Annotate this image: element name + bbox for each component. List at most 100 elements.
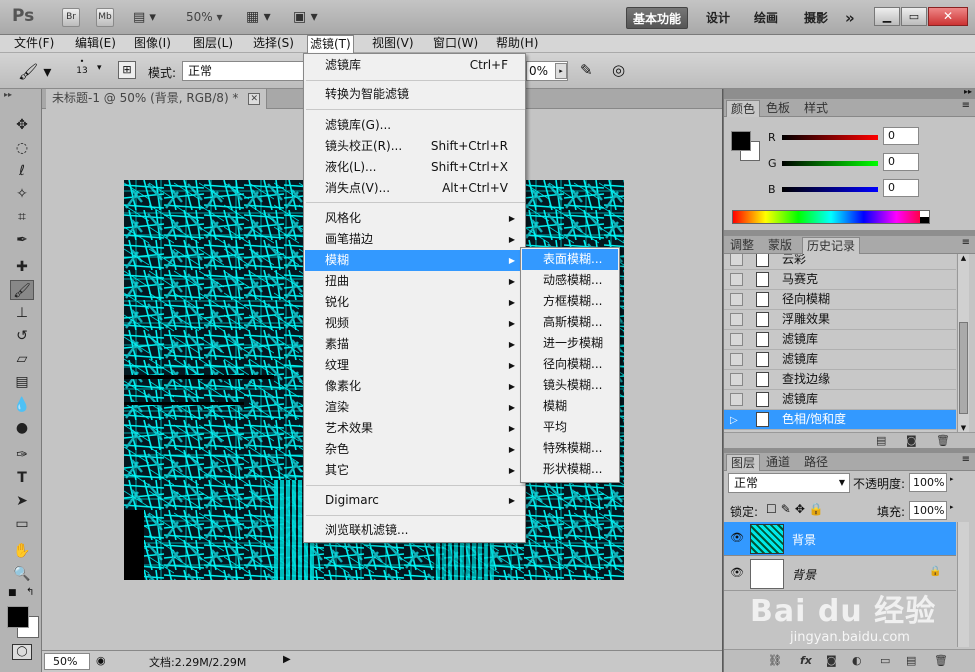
close-document-icon[interactable]: ✕ [248, 92, 261, 105]
collapse-toolbox-icon[interactable]: ▸▸ [4, 90, 12, 99]
r-channel-slider[interactable] [782, 135, 878, 140]
history-item[interactable]: 云彩 [724, 254, 956, 270]
tab-channels[interactable]: 通道 [762, 454, 794, 471]
submenu-blur[interactable]: 模糊 ▶ [305, 250, 524, 271]
workspace-painting[interactable]: 绘画 [754, 7, 778, 29]
history-scrollbar[interactable]: ▲ ▼ [957, 254, 969, 432]
blur-tool-icon[interactable]: 💧 [10, 395, 34, 415]
r-channel-input[interactable]: 0 [883, 127, 919, 145]
g-channel-slider[interactable] [782, 161, 878, 166]
foreground-color-preview[interactable] [731, 131, 751, 151]
submenu-pixelate[interactable]: 像素化 ▶ [305, 376, 524, 397]
link-layers-icon[interactable]: ⛓ [768, 654, 782, 668]
menu-item-blur[interactable]: 模糊 [522, 396, 618, 417]
menu-image[interactable]: 图像(I) [132, 35, 173, 53]
fill-arrow-icon[interactable]: ▸ [950, 503, 954, 511]
brush-size-picker[interactable]: • 13 [70, 57, 94, 76]
eyedropper-tool-icon[interactable]: ✒ [10, 230, 34, 250]
tab-adjustments[interactable]: 调整 [726, 237, 758, 254]
menu-view[interactable]: 视图(V) [370, 35, 416, 53]
history-item[interactable]: 径向模糊 [724, 290, 956, 310]
menu-file[interactable]: 文件(F) [12, 35, 56, 53]
menu-item-blur-more[interactable]: 进一步模糊 [522, 333, 618, 354]
close-window-button[interactable]: ✕ [928, 7, 968, 26]
minimize-button[interactable]: ▁ [874, 7, 900, 26]
tab-paths[interactable]: 路径 [800, 454, 832, 471]
history-item[interactable]: 滤镜库 [724, 350, 956, 370]
submenu-sharpen[interactable]: 锐化 ▶ [305, 292, 524, 313]
menu-item-smart-blur[interactable]: 特殊模糊... [522, 438, 618, 459]
hand-tool-icon[interactable]: ✋ [10, 541, 34, 561]
layers-scrollbar[interactable] [957, 522, 969, 647]
menu-window[interactable]: 窗口(W) [431, 35, 480, 53]
lasso-tool-icon[interactable]: ℓ [10, 161, 34, 181]
delete-state-icon[interactable]: 🗑 [936, 434, 950, 448]
g-channel-input[interactable]: 0 [883, 153, 919, 171]
submenu-distort[interactable]: 扭曲 ▶ [305, 271, 524, 292]
history-panel-menu-icon[interactable]: ≡ [962, 237, 970, 248]
menu-help[interactable]: 帮助(H) [494, 35, 540, 53]
blend-mode-select[interactable]: 正常 ▼ [728, 473, 850, 493]
new-layer-icon[interactable]: ▤ [906, 654, 916, 668]
foreground-color-swatch[interactable] [7, 606, 29, 628]
history-source-checkbox[interactable] [730, 373, 743, 386]
eye-icon[interactable]: 👁 [730, 531, 744, 544]
gradient-tool-icon[interactable]: ▤ [10, 372, 34, 392]
history-source-checkbox[interactable] [730, 333, 743, 346]
menu-item-lens-blur[interactable]: 镜头模糊... [522, 375, 618, 396]
airbrush-icon[interactable]: ◎ [612, 61, 625, 79]
menu-item-vanishing-point[interactable]: 消失点(V)... Alt+Ctrl+V [305, 178, 524, 199]
menu-item-average[interactable]: 平均 [522, 417, 618, 438]
tab-history[interactable]: 历史记录 [802, 237, 861, 254]
submenu-stylize[interactable]: 风格化 ▶ [305, 208, 524, 229]
color-spectrum-bar[interactable] [732, 210, 930, 224]
menu-item-filter-gallery[interactable]: 滤镜库(G)... [305, 115, 524, 136]
menu-item-gaussian-blur[interactable]: 高斯模糊... [522, 312, 618, 333]
submenu-brush-strokes[interactable]: 画笔描边 ▶ [305, 229, 524, 250]
tab-styles[interactable]: 样式 [800, 100, 832, 117]
collapse-dock-icon[interactable]: ▸▸ [964, 87, 972, 96]
menu-select[interactable]: 选择(S) [251, 35, 296, 53]
submenu-texture[interactable]: 纹理 ▶ [305, 355, 524, 376]
submenu-artistic[interactable]: 艺术效果 ▶ [305, 418, 524, 439]
fill-input[interactable]: 100% [909, 501, 947, 520]
history-source-checkbox[interactable] [730, 313, 743, 326]
submenu-video[interactable]: 视频 ▶ [305, 313, 524, 334]
menu-item-liquify[interactable]: 液化(L)... Shift+Ctrl+X [305, 157, 524, 178]
submenu-sketch[interactable]: 素描 ▶ [305, 334, 524, 355]
swap-colors-icon[interactable]: ↰ [26, 587, 34, 598]
eye-icon[interactable]: 👁 [730, 566, 744, 579]
new-snapshot-icon[interactable]: ◙ [906, 434, 917, 448]
move-tool-icon[interactable]: ✥ [10, 115, 34, 135]
menu-item-motion-blur[interactable]: 动感模糊... [522, 270, 618, 291]
b-channel-slider[interactable] [782, 187, 878, 192]
arrange-documents-icon[interactable]: ▦ ▾ [246, 9, 271, 25]
status-zoom-input[interactable]: 50% [44, 653, 90, 670]
history-scroll-thumb[interactable] [959, 322, 968, 414]
layer-style-icon[interactable]: fx [800, 654, 812, 668]
submenu-other[interactable]: 其它 ▶ [305, 460, 524, 481]
mode-select[interactable]: 正常 [182, 61, 304, 81]
brush-tool-preset-icon[interactable]: 🖌 ▾ [18, 62, 51, 81]
add-mask-icon[interactable]: ◙ [826, 654, 837, 668]
pen-tool-icon[interactable]: ✑ [10, 445, 34, 465]
workspace-essentials[interactable]: 基本功能 [626, 7, 688, 29]
workspace-design[interactable]: 设计 [706, 7, 730, 29]
menu-item-last-filter[interactable]: 滤镜库 Ctrl+F [305, 55, 524, 76]
more-workspaces-button[interactable]: » [845, 7, 855, 29]
layer-opacity-input[interactable]: 100% [909, 473, 947, 492]
new-group-icon[interactable]: ▭ [880, 654, 890, 668]
history-source-checkbox[interactable] [730, 273, 743, 286]
scroll-up-icon[interactable]: ▲ [958, 254, 969, 262]
marquee-tool-icon[interactable]: ◌ [10, 138, 34, 158]
color-panel-menu-icon[interactable]: ≡ [962, 100, 970, 111]
shape-tool-icon[interactable]: ▭ [10, 514, 34, 534]
history-item[interactable]: 浮雕效果 [724, 310, 956, 330]
history-source-checkbox[interactable] [730, 293, 743, 306]
maximize-button[interactable]: ▭ [901, 7, 927, 26]
workspace-photography[interactable]: 摄影 [804, 7, 828, 29]
submenu-render[interactable]: 渲染 ▶ [305, 397, 524, 418]
menu-filter[interactable]: 滤镜(T) [307, 35, 354, 53]
crop-tool-icon[interactable]: ⌗ [10, 207, 34, 227]
brush-picker-arrow-icon[interactable]: ▾ [97, 63, 102, 73]
